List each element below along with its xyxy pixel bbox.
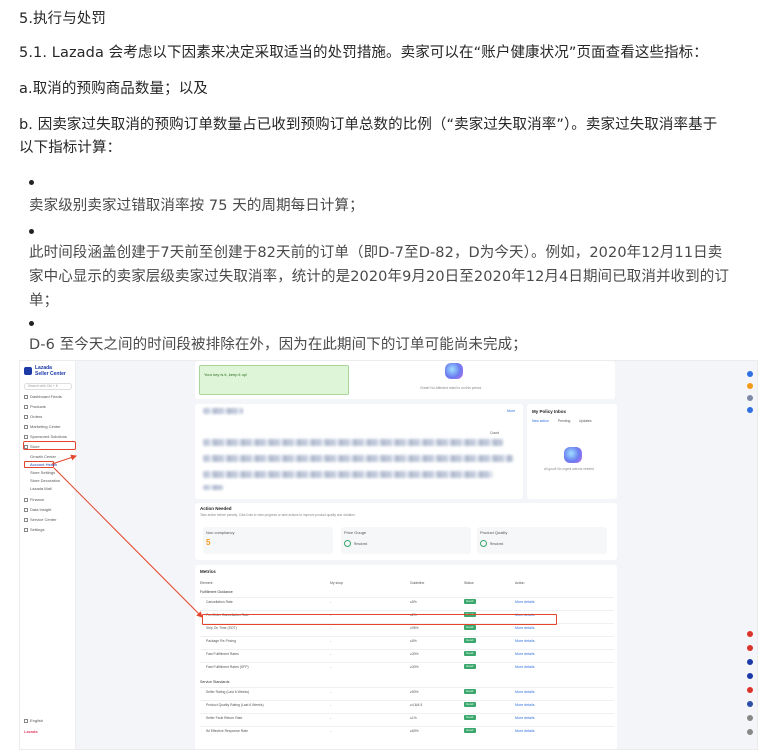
bullet-text: 家中心显示的卖家层级卖家过失取消率，统计的是2020年9月20日至2020年12…	[29, 269, 729, 285]
bullet-text: D-6 至今天之间的时间段被排除在外，因为在此期间下的订单可能尚未完成；	[29, 337, 527, 353]
arrow-line	[53, 467, 203, 618]
arrow-line	[51, 454, 77, 465]
bullet-item: D-6 至今天之间的时间段被排除在外，因为在此期间下的订单可能尚未完成；	[29, 333, 754, 357]
bullet-marker	[29, 180, 34, 185]
bullet-text: 此时间段涵盖创建于7天前至创建于82天前的订单（即D-7至D-82，D为今天）。…	[29, 245, 723, 261]
bullet-text: 卖家级别卖家过错取消率按 75 天的周期每日计算；	[29, 198, 364, 214]
paragraph-5-1: 5.1. Lazada 会考虑以下因素来决定采取适当的处罚措施。卖家可以在“账户…	[19, 45, 708, 61]
bullet-item: 此时间段涵盖创建于7天前至创建于82天前的订单（即D-7至D-82，D为今天）。…	[29, 241, 754, 313]
bullet-marker	[29, 229, 34, 234]
bullet-text: 单；	[29, 293, 59, 309]
annotation-arrows	[51, 454, 203, 618]
section-heading: 5.执行与处罚	[19, 11, 107, 27]
paragraph-b-line1: b. 因卖家过失取消的预购订单数量占已收到预购订单总数的比例（“卖家过失取消率”…	[19, 117, 718, 133]
paragraph-a: a.取消的预购商品数量；以及	[19, 81, 208, 97]
bullet-item: 卖家级别卖家过错取消率按 75 天的周期每日计算；	[29, 194, 754, 218]
seller-center-screenshot: Lazada Seller Center Search with Ctrl + …	[19, 360, 758, 750]
bullet-marker	[29, 321, 34, 326]
paragraph-b-line2: 以下指标计算：	[19, 140, 122, 156]
